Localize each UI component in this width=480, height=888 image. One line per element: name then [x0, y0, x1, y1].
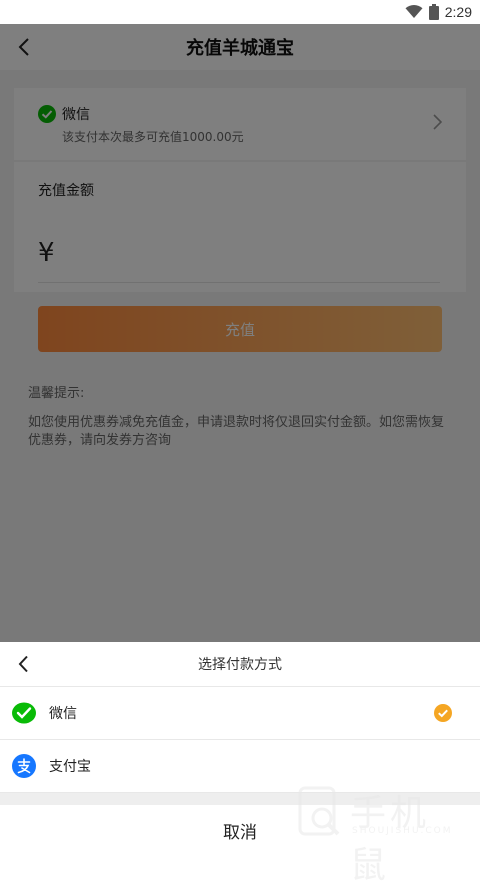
- chevron-left-icon: [18, 655, 28, 673]
- payment-option-label: 微信: [49, 706, 77, 722]
- alipay-icon: [12, 754, 36, 778]
- status-time: 2:29: [444, 4, 472, 20]
- wifi-icon: [405, 5, 423, 18]
- payment-option-label: 支付宝: [49, 759, 91, 775]
- wechat-icon: [12, 702, 36, 724]
- sheet-back-button[interactable]: [14, 653, 32, 675]
- selected-check-icon: [434, 704, 452, 722]
- watermark-brand: 手机鼠: [350, 793, 431, 886]
- modal-overlay[interactable]: [0, 24, 480, 642]
- watermark-logo-icon: [298, 786, 340, 836]
- status-bar: 2:29: [0, 0, 480, 24]
- watermark: 手机鼠 SHOUJISHU.COM: [292, 784, 462, 886]
- payment-option-wechat[interactable]: 微信: [0, 687, 480, 740]
- sheet-header: 选择付款方式: [0, 642, 480, 687]
- battery-icon: [428, 4, 439, 20]
- watermark-sub: SHOUJISHU.COM: [352, 826, 453, 836]
- sheet-title: 选择付款方式: [198, 657, 282, 673]
